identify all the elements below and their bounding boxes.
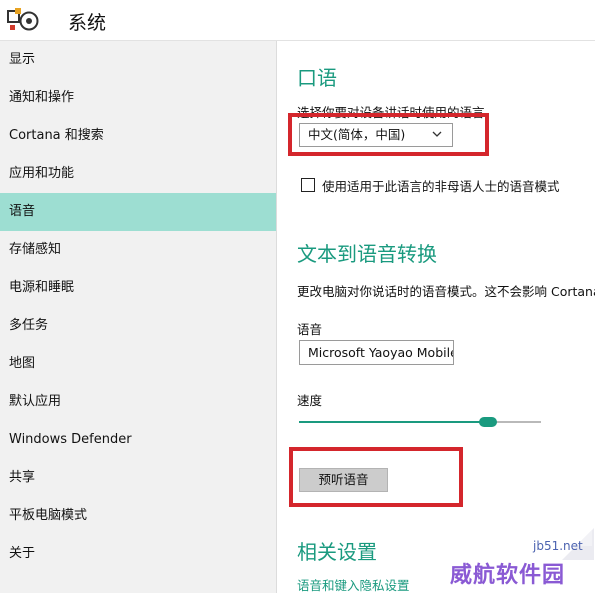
title-bar: 系统 xyxy=(0,0,595,41)
sidebar-item-about[interactable]: 关于 xyxy=(0,535,276,573)
sidebar-item-cortana[interactable]: Cortana 和搜索 xyxy=(0,117,276,155)
voice-select[interactable]: Microsoft Yaoyao Mobile xyxy=(299,340,454,365)
sidebar-item-display[interactable]: 显示 xyxy=(0,41,276,79)
watermark-url: jb51.net xyxy=(533,539,583,553)
sidebar-item-apps[interactable]: 应用和功能 xyxy=(0,155,276,193)
sidebar-item-multitasking[interactable]: 多任务 xyxy=(0,307,276,345)
speed-slider-thumb[interactable] xyxy=(478,417,497,427)
watermark-text: 威航软件园 xyxy=(450,563,566,588)
speed-label: 速度 xyxy=(297,393,323,408)
highlight-language-box xyxy=(288,113,489,156)
voice-label: 语音 xyxy=(297,322,323,337)
speech-privacy-link[interactable]: 语音和键入隐私设置 xyxy=(297,575,410,593)
sidebar-item-maps[interactable]: 地图 xyxy=(0,345,276,383)
nonnative-label: 使用适用于此语言的非母语人士的语音模式 xyxy=(322,179,560,194)
sidebar-item-storage[interactable]: 存储感知 xyxy=(0,231,276,269)
nonnative-checkbox[interactable] xyxy=(301,178,315,192)
sidebar-nav: 显示 通知和操作 Cortana 和搜索 应用和功能 语音 存储感知 电源和睡眠… xyxy=(0,41,277,593)
tts-heading: 文本到语音转换 xyxy=(297,242,437,266)
sidebar-item-default-apps[interactable]: 默认应用 xyxy=(0,383,276,421)
sidebar-item-notifications[interactable]: 通知和操作 xyxy=(0,79,276,117)
tts-description: 更改电脑对你说话时的语音模式。这不会影响 Cortana xyxy=(297,284,595,299)
related-settings-heading: 相关设置 xyxy=(297,540,377,564)
speed-slider-fill xyxy=(299,421,488,423)
window-title: 系统 xyxy=(68,12,107,34)
sidebar-item-defender[interactable]: Windows Defender xyxy=(0,421,276,459)
highlight-preview-box xyxy=(289,447,463,507)
settings-logo-icon[interactable] xyxy=(4,5,40,35)
sidebar-item-sharing[interactable]: 共享 xyxy=(0,459,276,497)
speed-slider[interactable] xyxy=(299,417,541,427)
sidebar-item-speech[interactable]: 语音 xyxy=(0,193,276,231)
speech-heading: 口语 xyxy=(297,66,337,90)
sidebar-item-tablet-mode[interactable]: 平板电脑模式 xyxy=(0,497,276,535)
sidebar-item-power[interactable]: 电源和睡眠 xyxy=(0,269,276,307)
